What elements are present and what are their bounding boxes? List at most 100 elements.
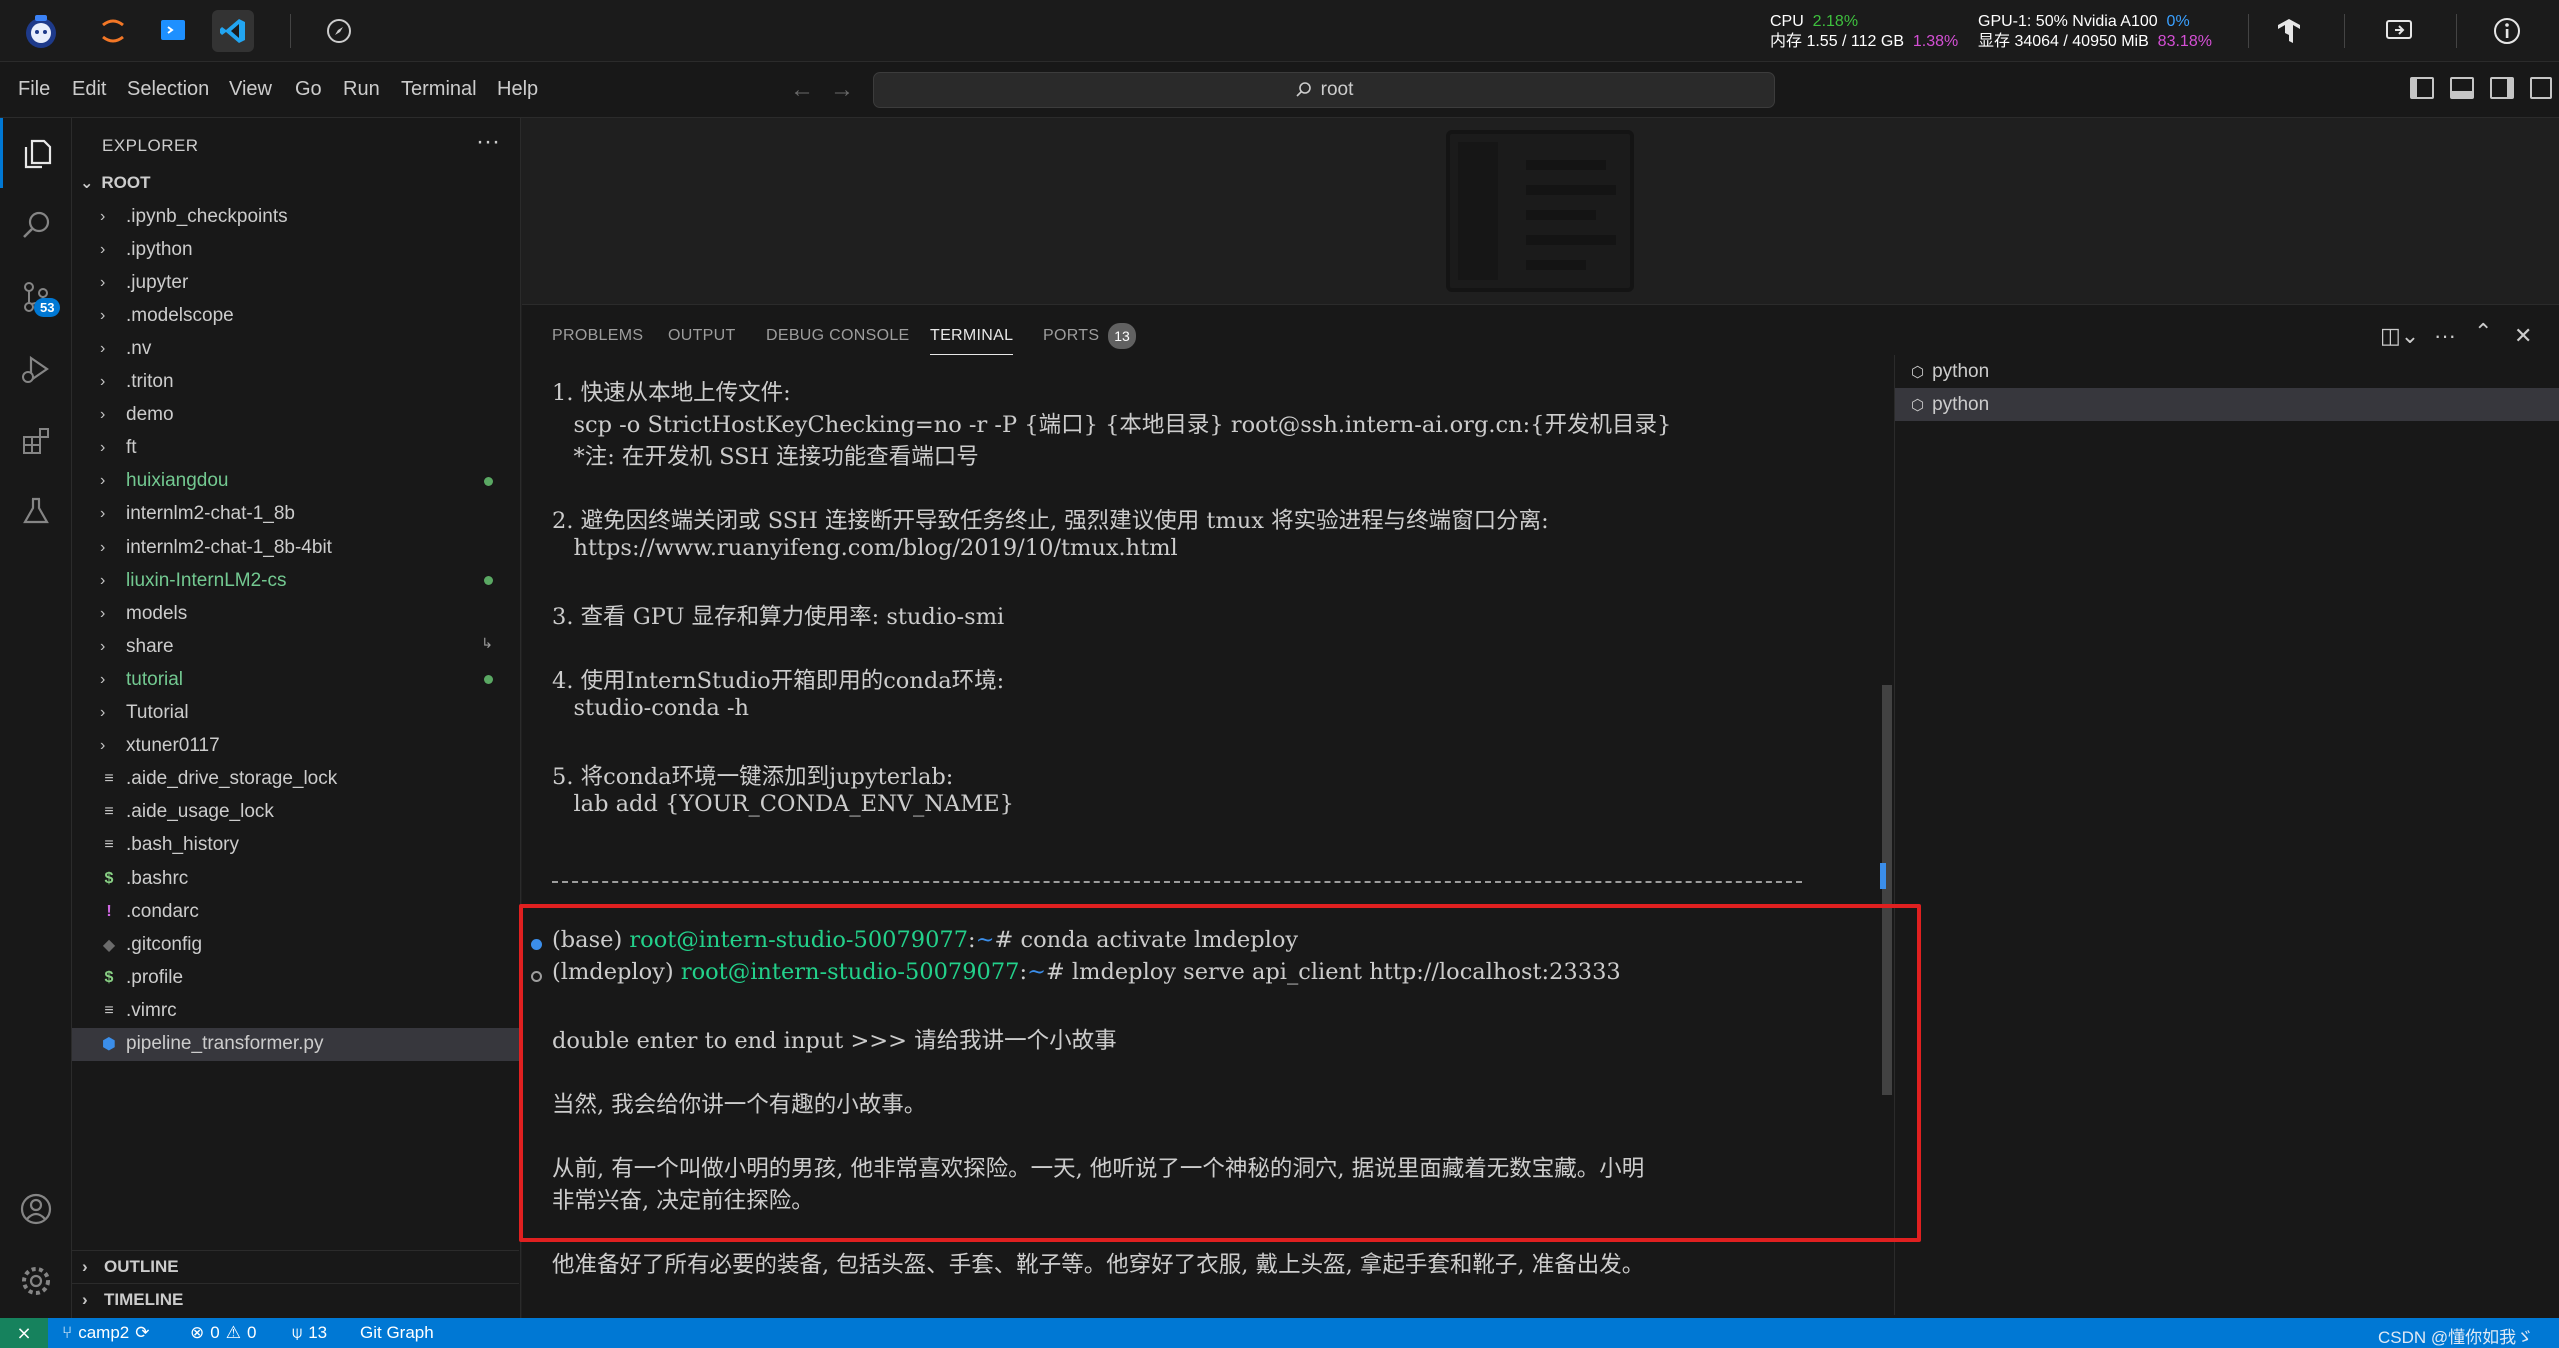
accounts-activity[interactable] [0,1174,72,1244]
tree-folder[interactable]: › share ↳ [72,630,519,663]
toggle-primary-sidebar-icon[interactable] [2410,77,2434,99]
close-panel-icon[interactable]: ✕ [2514,323,2532,349]
timeline-section[interactable]: › TIMELINE [72,1283,519,1316]
root-folder-header[interactable]: ⌄ ROOT [80,173,151,193]
tensorflow-icon[interactable] [2268,10,2310,52]
tab-terminal[interactable]: TERMINAL [930,327,1014,355]
tree-file[interactable]: ≡ .vimrc [72,994,519,1027]
tab-debug-console[interactable]: DEBUG CONSOLE [766,327,910,345]
tree-folder[interactable]: › demo [72,399,519,432]
tree-folder[interactable]: › internlm2-chat-1_8b [72,498,519,531]
tree-folder[interactable]: › .nv [72,332,519,365]
tree-file[interactable]: ≡ .aide_usage_lock [72,796,519,829]
tree-folder[interactable]: › ft [72,432,519,465]
tree-file[interactable]: ⬢ pipeline_transformer.py [72,1027,519,1061]
menu-help[interactable]: Help [497,78,538,101]
tree-file[interactable]: ◆ .gitconfig [72,928,519,961]
more-actions-icon[interactable]: ··· [2434,323,2456,349]
git-branch-icon: ⑂ [62,1323,73,1342]
terminal-line: 5. 将conda环境一键添加到jupyterlab: [552,764,954,790]
toggle-secondary-sidebar-icon[interactable] [2490,77,2514,99]
jupyter-icon[interactable] [92,10,134,52]
tree-item-label: models [126,602,188,624]
search-activity[interactable] [0,190,72,260]
tree-file[interactable]: ! .condarc [72,895,519,928]
tree-folder[interactable]: › .modelscope [72,299,519,332]
ports-indicator[interactable]: ⍦ 13 [292,1323,327,1343]
tree-folder[interactable]: › .ipynb_checkpoints [72,200,519,233]
maximize-panel-icon[interactable]: ⌃ [2474,319,2492,345]
outline-section[interactable]: › OUTLINE [72,1250,519,1283]
tree-folder[interactable]: › models [72,597,519,630]
tree-folder[interactable]: › xtuner0117 [72,730,519,763]
menu-go[interactable]: Go [295,78,322,101]
terminal-instance[interactable]: ⬡ python [1895,355,2559,388]
git-graph-button[interactable]: Git Graph [360,1323,434,1343]
search-icon [23,211,50,238]
tab-output[interactable]: OUTPUT [668,327,736,345]
tree-folder[interactable]: › internlm2-chat-1_8b-4bit [72,531,519,564]
tree-folder[interactable]: › liuxin-InternLM2-cs [72,564,519,597]
extensions-activity[interactable] [0,406,72,476]
remote-indicator[interactable]: ⨯ [0,1318,48,1348]
command-center-search[interactable]: root [873,72,1775,108]
tree-folder[interactable]: › .triton [72,366,519,399]
timeline-label: TIMELINE [104,1290,184,1309]
info-icon[interactable] [2486,10,2528,52]
flask-icon [23,497,49,524]
tree-file[interactable]: $ .bashrc [72,862,519,895]
ports-count: 13 [308,1323,328,1342]
terminal-line: studio-conda -h [552,695,749,721]
remote-desktop-icon[interactable] [152,10,194,52]
tree-folder[interactable]: › .jupyter [72,266,519,299]
menu-file[interactable]: File [18,78,50,101]
file-lines-icon: ≡ [104,803,114,821]
screen-share-icon[interactable] [2378,10,2420,52]
tree-file[interactable]: ≡ .aide_drive_storage_lock [72,763,519,796]
toggle-panel-icon[interactable] [2450,77,2474,99]
source-control-activity[interactable]: 53 [0,262,72,332]
account-icon [20,1193,52,1225]
python-icon: ⬡ [1911,363,1925,381]
menu-edit[interactable]: Edit [72,78,106,101]
tree-folder[interactable]: › .ipython [72,233,519,266]
menu-view[interactable]: View [229,78,272,101]
menu-selection[interactable]: Selection [127,78,209,101]
tree-item-label: .bashrc [126,867,189,889]
tree-folder[interactable]: › tutorial [72,663,519,696]
outline-label: OUTLINE [104,1257,179,1276]
ports-icon: ⍦ [292,1323,303,1342]
csdn-watermark: CSDN @懂你如我ゞ [2378,1323,2533,1348]
menu-terminal[interactable]: Terminal [401,78,477,101]
split-terminal-icon[interactable]: ◫⌄ [2380,323,2419,349]
tree-folder[interactable]: › Tutorial [72,697,519,730]
customize-layout-icon[interactable] [2530,77,2552,99]
intern-logo-icon[interactable] [20,10,62,52]
remote-icon: ⨯ [16,1322,32,1343]
problems-indicator[interactable]: ⊗ 0 ⚠ 0 [190,1323,256,1343]
explorer-more-button[interactable]: ··· [476,128,500,156]
highlight-box [519,904,1921,1242]
tab-problems[interactable]: PROBLEMS [552,327,643,345]
testing-activity[interactable] [0,476,72,546]
forward-arrow-icon[interactable]: → [830,76,854,104]
vscode-icon[interactable] [212,10,254,52]
tree-file[interactable]: $ .profile [72,961,519,994]
chevron-right-icon: › [100,604,106,622]
explorer-activity[interactable] [0,118,72,188]
manage-activity[interactable] [0,1246,72,1316]
cpu-label: CPU [1770,13,1804,30]
tab-ports[interactable]: PORTS [1043,327,1099,345]
branch-indicator[interactable]: ⑂ camp2 ⟳ [62,1323,149,1343]
terminal-instance[interactable]: ⬡ python [1895,388,2559,421]
compass-icon[interactable] [318,10,360,52]
run-debug-activity[interactable] [0,334,72,404]
error-icon: ⊗ [190,1323,205,1342]
search-text: root [1320,79,1354,100]
tree-file[interactable]: ≡ .bash_history [72,829,519,862]
tree-folder[interactable]: › huixiangdou [72,465,519,498]
back-arrow-icon[interactable]: ← [790,76,814,104]
menu-run[interactable]: Run [343,78,380,101]
tree-item-label: share [126,635,174,657]
tree-item-label: .ipynb_checkpoints [126,205,288,227]
